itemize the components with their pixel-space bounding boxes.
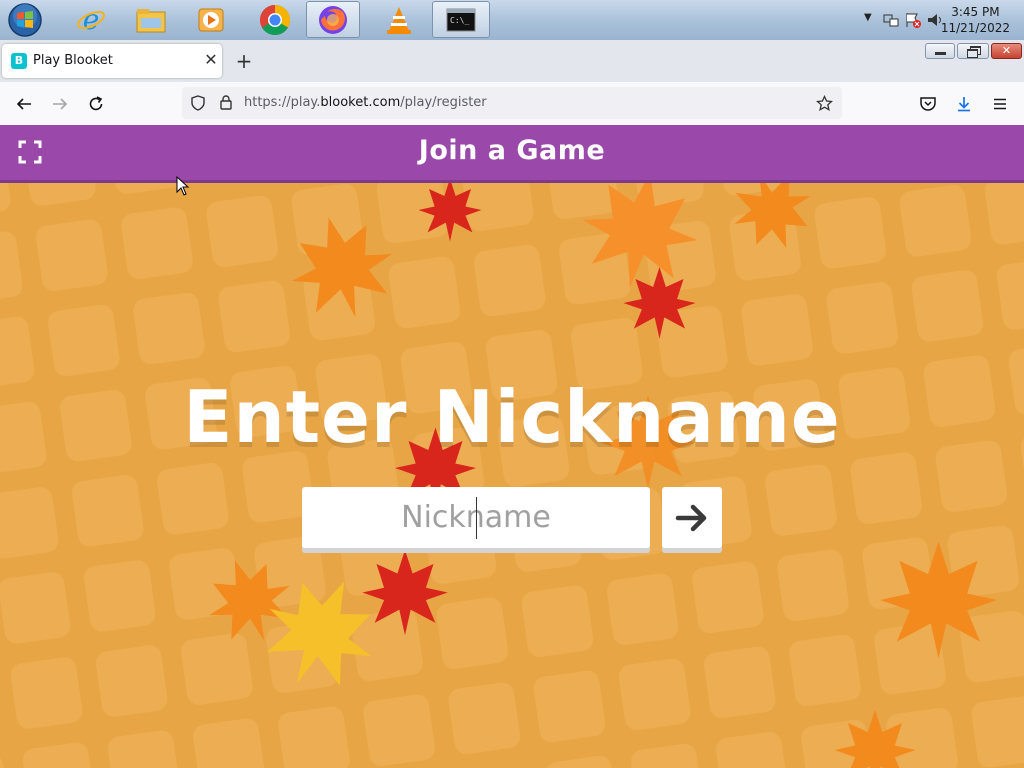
action-center-icon[interactable] <box>904 11 922 29</box>
clock[interactable]: 3:45 PM 11/21/2022 <box>941 4 1010 36</box>
firefox-icon[interactable] <box>306 1 360 38</box>
navigation-toolbar: https://play.blooket.com/play/register <box>0 82 1024 126</box>
downloads-icon[interactable] <box>952 92 976 116</box>
url-path: /play/register <box>400 95 487 110</box>
pocket-icon[interactable] <box>916 92 940 116</box>
clock-time: 3:45 PM <box>951 5 1000 19</box>
file-explorer-icon[interactable] <box>124 1 178 38</box>
bookmark-star-icon[interactable] <box>816 95 833 112</box>
vlc-icon[interactable] <box>372 1 426 38</box>
tab-play-blooket[interactable]: B Play Blooket ✕ <box>2 44 222 78</box>
close-window-button[interactable]: ✕ <box>991 43 1022 59</box>
start-button[interactable] <box>6 2 44 38</box>
lock-icon[interactable] <box>218 94 234 110</box>
maple-leaf-red-icon <box>418 178 482 242</box>
network-icon[interactable] <box>882 11 900 29</box>
restore-button[interactable] <box>957 43 989 59</box>
svg-text:e: e <box>83 5 100 35</box>
minimize-button[interactable] <box>925 43 955 59</box>
reload-icon[interactable] <box>84 92 108 116</box>
page-title: Join a Game <box>418 135 606 166</box>
mouse-cursor-icon <box>176 176 190 196</box>
clock-date: 11/21/2022 <box>940 21 1010 35</box>
tab-title: Play Blooket <box>33 53 113 68</box>
maple-leaf-orange-icon <box>292 217 392 318</box>
system-tray: ▼ 3:45 PM 11/21/2022 <box>834 0 1024 40</box>
svg-text:C:\_: C:\_ <box>450 16 469 25</box>
internet-explorer-icon[interactable]: e <box>64 1 118 38</box>
maple-leaf-red-small-icon <box>623 267 696 339</box>
blooket-page: Join a Game Enter Nickname <box>0 125 1024 768</box>
media-player-icon[interactable] <box>184 1 238 38</box>
arrow-right-icon <box>675 504 707 531</box>
back-arrow-icon[interactable] <box>12 92 36 116</box>
forward-arrow-icon[interactable] <box>48 92 72 116</box>
blooket-favicon-icon: B <box>11 53 27 69</box>
url-domain: blooket.com <box>320 95 401 110</box>
taskbar: e C:\_ ▼ 3:45 PM 11/21/2022 <box>0 0 1024 41</box>
maple-leaf-yellow-icon <box>267 581 372 686</box>
show-hidden-icons-icon[interactable]: ▼ <box>864 12 872 23</box>
join-submit-button[interactable] <box>662 487 722 548</box>
text-caret <box>476 497 477 539</box>
tracking-protection-shield-icon[interactable] <box>190 95 206 111</box>
chrome-icon[interactable] <box>248 1 302 38</box>
address-bar[interactable]: https://play.blooket.com/play/register <box>182 87 842 119</box>
url-text[interactable]: https://play.blooket.com/play/register <box>244 95 487 110</box>
url-prefix: https://play. <box>244 95 321 110</box>
enter-nickname-heading: Enter Nickname <box>183 375 841 459</box>
command-prompt-icon[interactable]: C:\_ <box>432 1 490 38</box>
page-header: Join a Game <box>0 125 1024 180</box>
tab-close-icon[interactable]: ✕ <box>201 50 221 70</box>
new-tab-button[interactable]: + <box>233 50 255 72</box>
maple-leaf-orange-bottom-right-icon <box>834 709 916 768</box>
menu-hamburger-icon[interactable] <box>988 92 1012 116</box>
maple-leaf-orange-right-icon <box>880 541 997 659</box>
